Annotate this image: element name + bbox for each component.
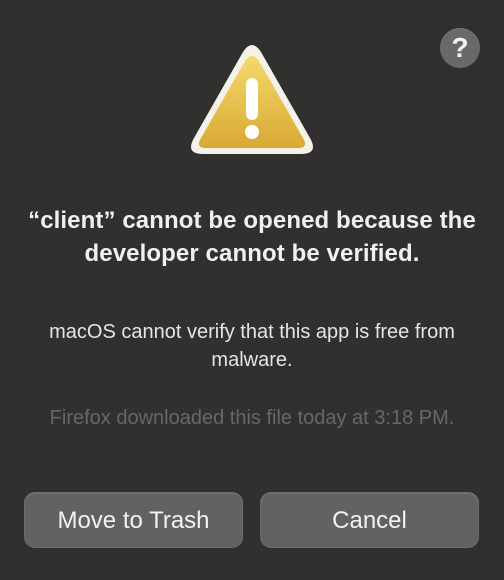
dialog-message: macOS cannot verify that this app is fre… [49, 321, 455, 371]
cancel-button[interactable]: Cancel [260, 492, 479, 548]
download-info-text: Firefox downloaded this file today at 3:… [49, 407, 455, 429]
security-alert-dialog: ? “client” cannot be opened because the … [0, 0, 504, 580]
warning-triangle-icon [191, 45, 313, 154]
move-to-trash-button[interactable]: Move to Trash [24, 492, 243, 548]
help-button[interactable]: ? [440, 28, 480, 68]
dialog-title: “client” cannot be opened because the de… [28, 207, 476, 267]
warning-exclamation-dot [245, 125, 259, 139]
warning-exclamation-stem [246, 78, 258, 120]
